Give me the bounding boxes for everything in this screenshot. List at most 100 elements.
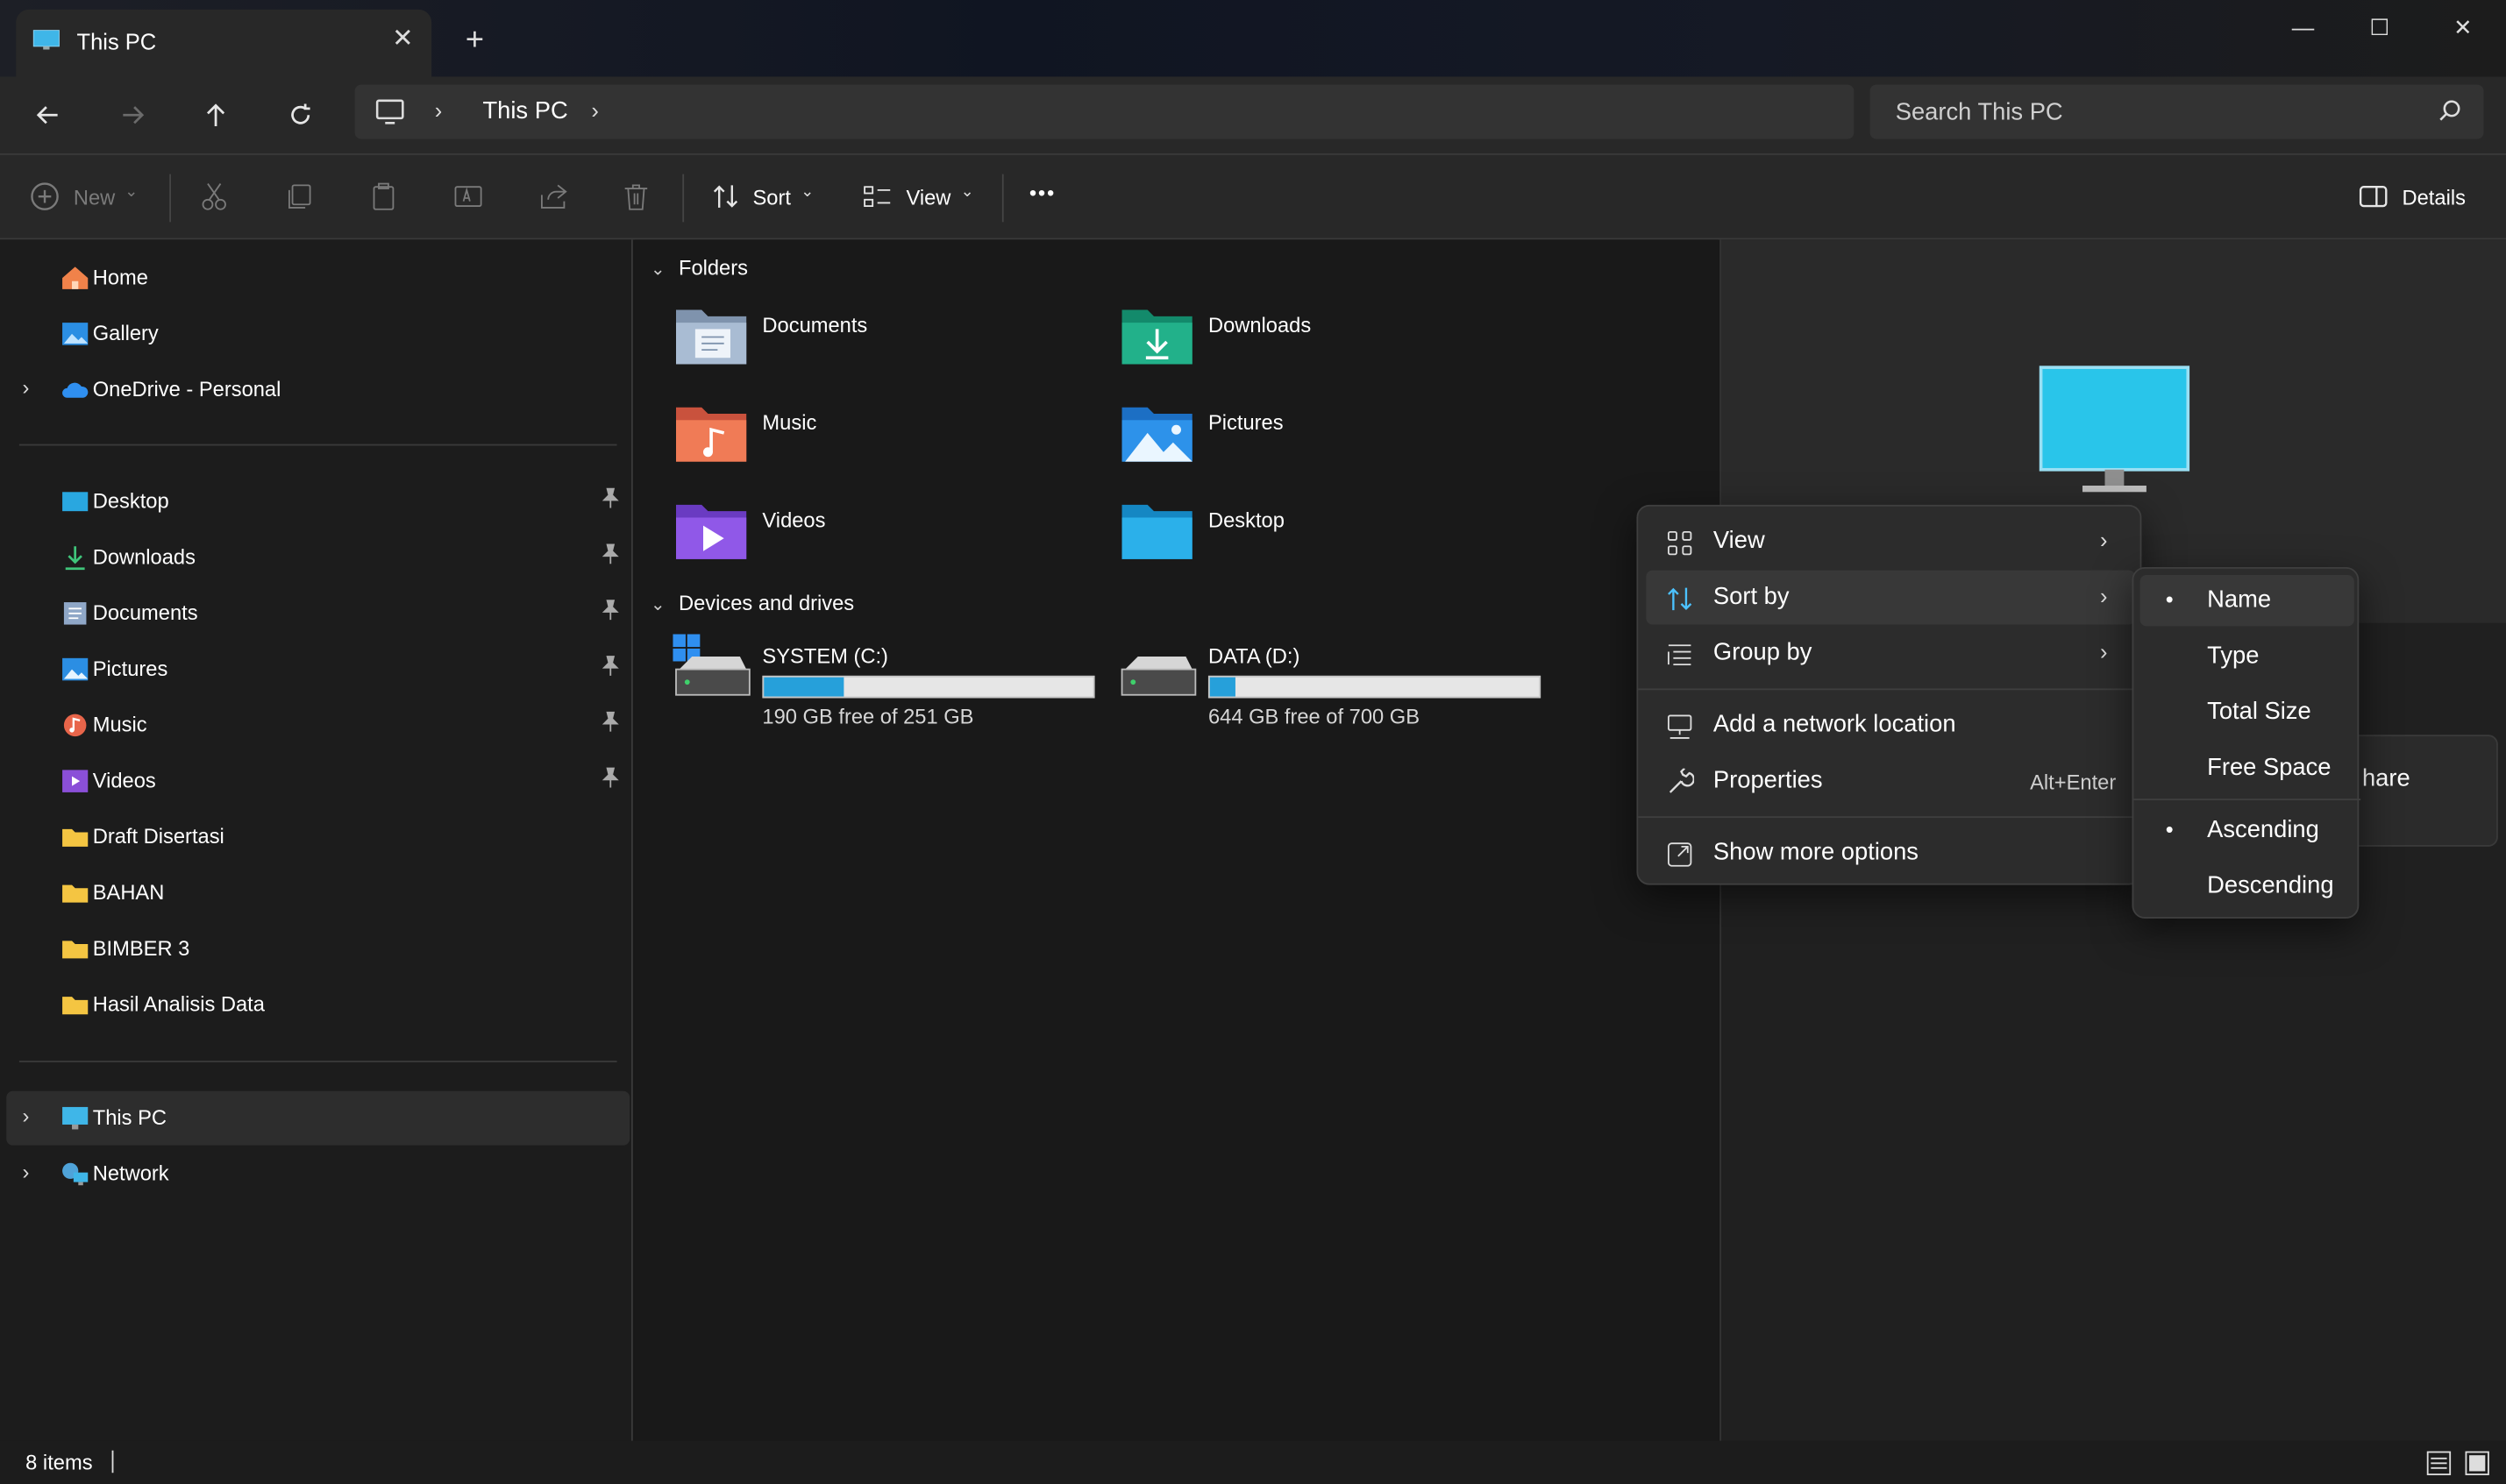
copy-button[interactable] (283, 181, 318, 216)
sort-option-ascending[interactable]: • Ascending (2140, 805, 2354, 856)
folder-desktop[interactable]: Desktop (1119, 499, 1550, 588)
tab-close-icon[interactable]: ✕ (387, 24, 418, 55)
sidebar-item-pictures[interactable]: Pictures (6, 643, 630, 697)
pin-icon[interactable] (601, 767, 620, 790)
menu-separator (2133, 799, 2361, 801)
drive-system-c[interactable]: SYSTEM (C:) 190 GB free of 251 GB (673, 634, 1104, 728)
windows-drive-icon (673, 634, 751, 696)
search-input[interactable]: Search This PC (1869, 84, 2484, 139)
menu-item-group-by[interactable]: Group by › (1646, 626, 2135, 680)
folders-section-header[interactable]: ⌄ Folders (651, 256, 748, 280)
address-bar[interactable]: › This PC › (354, 84, 1855, 139)
menu-item-show-more-options[interactable]: Show more options (1646, 826, 2135, 880)
sidebar-item-documents[interactable]: Documents (6, 586, 630, 641)
tiles-view-icon[interactable] (2465, 1451, 2490, 1476)
menu-item-properties[interactable]: Properties Alt+Enter (1646, 754, 2135, 808)
sidebar-item-bimber-3[interactable]: BIMBER 3 (6, 922, 630, 976)
sort-option-descending[interactable]: Descending (2140, 861, 2354, 912)
folder-downloads[interactable]: Downloads (1119, 303, 1550, 393)
folder-label: Documents (762, 313, 868, 337)
menu-item-add-network-location[interactable]: Add a network location (1646, 698, 2135, 752)
tab-this-pc[interactable]: This PC ✕ (16, 9, 432, 77)
chevron-right-icon[interactable]: › (23, 1160, 30, 1183)
status-bar: 8 items (0, 1440, 2506, 1484)
sidebar-item-hasil-analisis-data[interactable]: Hasil Analisis Data (6, 977, 630, 1032)
folder-icon (62, 884, 89, 903)
menu-item-label: Show more options (1712, 838, 1919, 866)
sidebar-item-desktop[interactable]: Desktop (6, 474, 630, 529)
drives-section-header[interactable]: ⌄ Devices and drives (651, 591, 854, 614)
minimize-button[interactable]: — (2267, 10, 2340, 45)
sort-icon (1668, 587, 1692, 611)
sort-option-label: Free Space (2207, 754, 2332, 782)
view-label: View (906, 185, 951, 209)
sidebar-item-gallery[interactable]: Gallery (6, 307, 630, 361)
sidebar-item-draft-disertasi[interactable]: Draft Disertasi (6, 810, 630, 864)
sort-option-free-space[interactable]: Free Space (2140, 742, 2354, 793)
view-button[interactable]: View ⌄ (863, 181, 981, 216)
breadcrumb-chevron-icon[interactable]: › (435, 97, 443, 123)
close-window-button[interactable]: ✕ (2426, 10, 2500, 45)
breadcrumb-this-pc[interactable]: This PC (482, 97, 567, 124)
drive-data-d[interactable]: DATA (D:) 644 GB free of 700 GB (1119, 634, 1550, 728)
up-arrow-icon (206, 103, 225, 126)
breadcrumb-chevron-icon[interactable]: › (591, 97, 599, 123)
refresh-button[interactable] (278, 93, 323, 138)
share-button[interactable]: hare (2347, 735, 2498, 847)
folder-documents[interactable]: Documents (673, 303, 1104, 393)
sort-button[interactable]: Sort ⌄ (711, 181, 823, 216)
folder-pictures[interactable]: Pictures (1119, 401, 1550, 490)
sidebar-item-label: Home (92, 265, 148, 289)
sidebar-item-label: Music (92, 712, 147, 737)
sidebar-item-bahan[interactable]: BAHAN (6, 866, 630, 920)
sidebar-item-onedrive[interactable]: › OneDrive - Personal (6, 363, 630, 417)
toolbar-divider (169, 174, 172, 223)
sidebar-item-videos[interactable]: Videos (6, 754, 630, 808)
desktop-folder-icon (62, 492, 89, 512)
menu-item-sort-by[interactable]: Sort by › (1646, 570, 2136, 625)
share-button[interactable] (537, 181, 572, 216)
toolbar-divider (1001, 174, 1004, 223)
forward-button[interactable] (110, 93, 155, 138)
more-options-button[interactable]: ••• (1029, 181, 1068, 216)
sidebar-item-network[interactable]: › Network (6, 1147, 630, 1201)
sort-option-name[interactable]: • Name (2139, 575, 2354, 627)
chevron-down-icon: ⌄ (650, 595, 666, 615)
sidebar-divider (18, 444, 617, 446)
menu-item-label: Sort by (1712, 583, 1790, 611)
paste-button[interactable] (367, 181, 402, 216)
folder-videos[interactable]: Videos (673, 499, 1104, 588)
pin-icon[interactable] (601, 599, 620, 621)
pin-icon[interactable] (601, 543, 620, 566)
drive-free-text: 190 GB free of 251 GB (762, 704, 974, 729)
sidebar-item-music[interactable]: Music (6, 698, 630, 752)
folder-music[interactable]: Music (673, 401, 1104, 490)
menu-item-view[interactable]: View › (1646, 515, 2135, 569)
sidebar-item-home[interactable]: Home (6, 251, 630, 305)
sidebar-item-downloads[interactable]: Downloads (6, 530, 630, 585)
pin-icon[interactable] (601, 487, 620, 510)
sort-option-type[interactable]: Type (2140, 631, 2354, 682)
chevron-right-icon[interactable]: › (23, 1104, 30, 1127)
delete-button[interactable] (620, 181, 655, 216)
network-location-icon (1667, 714, 1692, 739)
maximize-button[interactable]: ☐ (2343, 10, 2417, 45)
back-button[interactable] (25, 93, 70, 138)
view-list-icon (864, 186, 891, 207)
pin-icon[interactable] (601, 655, 620, 678)
sidebar-item-label: Videos (92, 768, 156, 792)
chevron-right-icon[interactable]: › (23, 375, 30, 399)
rename-icon (454, 186, 482, 207)
sidebar-item-this-pc[interactable]: › This PC (6, 1090, 630, 1146)
new-tab-button[interactable]: + (457, 23, 492, 58)
pin-icon[interactable] (601, 711, 620, 734)
details-button[interactable]: Details (2359, 181, 2487, 216)
new-button[interactable]: New ⌄ (29, 181, 147, 216)
up-button[interactable] (194, 93, 238, 138)
onedrive-icon (62, 382, 89, 398)
cut-button[interactable] (198, 181, 233, 216)
command-bar: New ⌄ Sort ⌄ View ⌄ ••• Details (0, 153, 2506, 240)
rename-button[interactable] (452, 181, 488, 216)
details-view-icon[interactable] (2426, 1451, 2452, 1476)
sort-option-total-size[interactable]: Total Size (2140, 687, 2354, 738)
